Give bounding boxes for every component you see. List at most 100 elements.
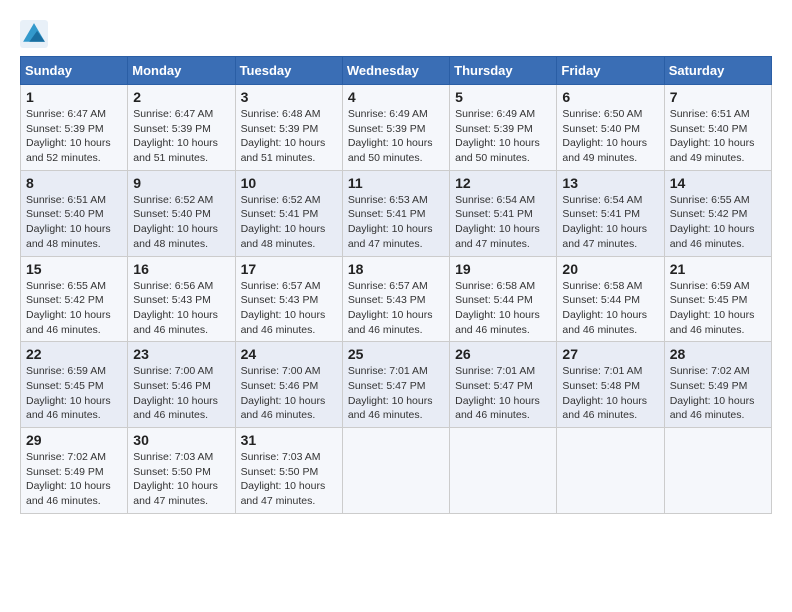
day-detail: Sunrise: 7:01 AMSunset: 5:47 PMDaylight:…: [455, 364, 551, 423]
day-detail: Sunrise: 6:51 AMSunset: 5:40 PMDaylight:…: [26, 193, 122, 252]
day-detail: Sunrise: 6:57 AMSunset: 5:43 PMDaylight:…: [348, 279, 444, 338]
calendar-cell: 2 Sunrise: 6:47 AMSunset: 5:39 PMDaylight…: [128, 85, 235, 171]
column-header-monday: Monday: [128, 57, 235, 85]
day-detail: Sunrise: 7:00 AMSunset: 5:46 PMDaylight:…: [241, 364, 337, 423]
day-detail: Sunrise: 6:59 AMSunset: 5:45 PMDaylight:…: [670, 279, 766, 338]
calendar-table: SundayMondayTuesdayWednesdayThursdayFrid…: [20, 56, 772, 514]
calendar-cell: 11 Sunrise: 6:53 AMSunset: 5:41 PMDayligh…: [342, 170, 449, 256]
day-detail: Sunrise: 6:49 AMSunset: 5:39 PMDaylight:…: [348, 107, 444, 166]
column-header-friday: Friday: [557, 57, 664, 85]
calendar-cell: 6 Sunrise: 6:50 AMSunset: 5:40 PMDaylight…: [557, 85, 664, 171]
day-number: 5: [455, 89, 551, 105]
day-detail: Sunrise: 6:49 AMSunset: 5:39 PMDaylight:…: [455, 107, 551, 166]
day-number: 2: [133, 89, 229, 105]
day-number: 18: [348, 261, 444, 277]
day-detail: Sunrise: 6:56 AMSunset: 5:43 PMDaylight:…: [133, 279, 229, 338]
day-number: 7: [670, 89, 766, 105]
calendar-cell: 17 Sunrise: 6:57 AMSunset: 5:43 PMDayligh…: [235, 256, 342, 342]
day-number: 17: [241, 261, 337, 277]
day-number: 4: [348, 89, 444, 105]
day-detail: Sunrise: 6:47 AMSunset: 5:39 PMDaylight:…: [26, 107, 122, 166]
calendar-cell: 23 Sunrise: 7:00 AMSunset: 5:46 PMDayligh…: [128, 342, 235, 428]
calendar-cell: 10Sunrise: 6:52 AMSunset: 5:41 PMDayligh…: [235, 170, 342, 256]
column-header-wednesday: Wednesday: [342, 57, 449, 85]
calendar-cell: 30 Sunrise: 7:03 AMSunset: 5:50 PMDayligh…: [128, 428, 235, 514]
calendar-cell: 8 Sunrise: 6:51 AMSunset: 5:40 PMDaylight…: [21, 170, 128, 256]
day-detail: Sunrise: 6:57 AMSunset: 5:43 PMDaylight:…: [241, 279, 337, 338]
calendar-cell: 20Sunrise: 6:58 AMSunset: 5:44 PMDayligh…: [557, 256, 664, 342]
day-number: 28: [670, 346, 766, 362]
day-number: 31: [241, 432, 337, 448]
day-detail: Sunrise: 6:55 AMSunset: 5:42 PMDaylight:…: [26, 279, 122, 338]
calendar-cell: 24 Sunrise: 7:00 AMSunset: 5:46 PMDayligh…: [235, 342, 342, 428]
day-number: 30: [133, 432, 229, 448]
calendar-week-4: 22 Sunrise: 6:59 AMSunset: 5:45 PMDayligh…: [21, 342, 772, 428]
calendar-cell: [450, 428, 557, 514]
calendar-cell: 25 Sunrise: 7:01 AMSunset: 5:47 PMDayligh…: [342, 342, 449, 428]
day-detail: Sunrise: 6:50 AMSunset: 5:40 PMDaylight:…: [562, 107, 658, 166]
day-number: 25: [348, 346, 444, 362]
column-header-sunday: Sunday: [21, 57, 128, 85]
day-number: 12: [455, 175, 551, 191]
day-detail: Sunrise: 6:54 AMSunset: 5:41 PMDaylight:…: [455, 193, 551, 252]
day-detail: Sunrise: 7:01 AMSunset: 5:47 PMDaylight:…: [348, 364, 444, 423]
day-detail: Sunrise: 6:47 AMSunset: 5:39 PMDaylight:…: [133, 107, 229, 166]
day-number: 22: [26, 346, 122, 362]
logo-area: [20, 20, 52, 48]
calendar-cell: 1 Sunrise: 6:47 AMSunset: 5:39 PMDaylight…: [21, 85, 128, 171]
calendar-cell: 31Sunrise: 7:03 AMSunset: 5:50 PMDayligh…: [235, 428, 342, 514]
calendar-cell: 9Sunrise: 6:52 AMSunset: 5:40 PMDaylight…: [128, 170, 235, 256]
day-detail: Sunrise: 7:02 AMSunset: 5:49 PMDaylight:…: [26, 450, 122, 509]
day-detail: Sunrise: 6:55 AMSunset: 5:42 PMDaylight:…: [670, 193, 766, 252]
day-number: 8: [26, 175, 122, 191]
day-number: 1: [26, 89, 122, 105]
day-detail: Sunrise: 6:48 AMSunset: 5:39 PMDaylight:…: [241, 107, 337, 166]
calendar-cell: 14Sunrise: 6:55 AMSunset: 5:42 PMDayligh…: [664, 170, 771, 256]
calendar-cell: 28 Sunrise: 7:02 AMSunset: 5:49 PMDayligh…: [664, 342, 771, 428]
day-detail: Sunrise: 6:52 AMSunset: 5:41 PMDaylight:…: [241, 193, 337, 252]
calendar-cell: 12 Sunrise: 6:54 AMSunset: 5:41 PMDayligh…: [450, 170, 557, 256]
calendar-cell: 5 Sunrise: 6:49 AMSunset: 5:39 PMDaylight…: [450, 85, 557, 171]
day-number: 3: [241, 89, 337, 105]
day-detail: Sunrise: 6:59 AMSunset: 5:45 PMDaylight:…: [26, 364, 122, 423]
calendar-cell: 27 Sunrise: 7:01 AMSunset: 5:48 PMDayligh…: [557, 342, 664, 428]
day-number: 15: [26, 261, 122, 277]
calendar-cell: 19Sunrise: 6:58 AMSunset: 5:44 PMDayligh…: [450, 256, 557, 342]
day-number: 27: [562, 346, 658, 362]
calendar-cell: 29 Sunrise: 7:02 AMSunset: 5:49 PMDayligh…: [21, 428, 128, 514]
logo-icon: [20, 20, 48, 48]
calendar-week-5: 29 Sunrise: 7:02 AMSunset: 5:49 PMDayligh…: [21, 428, 772, 514]
day-detail: Sunrise: 7:00 AMSunset: 5:46 PMDaylight:…: [133, 364, 229, 423]
day-number: 6: [562, 89, 658, 105]
day-detail: Sunrise: 7:01 AMSunset: 5:48 PMDaylight:…: [562, 364, 658, 423]
calendar-cell: 22 Sunrise: 6:59 AMSunset: 5:45 PMDayligh…: [21, 342, 128, 428]
day-detail: Sunrise: 7:03 AMSunset: 5:50 PMDaylight:…: [133, 450, 229, 509]
day-detail: Sunrise: 6:58 AMSunset: 5:44 PMDaylight:…: [562, 279, 658, 338]
day-detail: Sunrise: 6:53 AMSunset: 5:41 PMDaylight:…: [348, 193, 444, 252]
calendar-cell: [664, 428, 771, 514]
day-number: 23: [133, 346, 229, 362]
day-detail: Sunrise: 6:54 AMSunset: 5:41 PMDaylight:…: [562, 193, 658, 252]
column-header-saturday: Saturday: [664, 57, 771, 85]
day-number: 11: [348, 175, 444, 191]
calendar-cell: 16 Sunrise: 6:56 AMSunset: 5:43 PMDayligh…: [128, 256, 235, 342]
column-header-thursday: Thursday: [450, 57, 557, 85]
calendar-week-3: 15 Sunrise: 6:55 AMSunset: 5:42 PMDayligh…: [21, 256, 772, 342]
calendar-week-1: 1 Sunrise: 6:47 AMSunset: 5:39 PMDaylight…: [21, 85, 772, 171]
day-number: 29: [26, 432, 122, 448]
day-number: 19: [455, 261, 551, 277]
column-header-tuesday: Tuesday: [235, 57, 342, 85]
calendar-cell: 15 Sunrise: 6:55 AMSunset: 5:42 PMDayligh…: [21, 256, 128, 342]
calendar-cell: [557, 428, 664, 514]
calendar-cell: 26Sunrise: 7:01 AMSunset: 5:47 PMDayligh…: [450, 342, 557, 428]
calendar-cell: 3 Sunrise: 6:48 AMSunset: 5:39 PMDaylight…: [235, 85, 342, 171]
day-detail: Sunrise: 7:02 AMSunset: 5:49 PMDaylight:…: [670, 364, 766, 423]
day-number: 21: [670, 261, 766, 277]
calendar-cell: 18 Sunrise: 6:57 AMSunset: 5:43 PMDayligh…: [342, 256, 449, 342]
calendar-cell: 21 Sunrise: 6:59 AMSunset: 5:45 PMDayligh…: [664, 256, 771, 342]
calendar-cell: [342, 428, 449, 514]
day-number: 9: [133, 175, 229, 191]
day-number: 24: [241, 346, 337, 362]
day-number: 16: [133, 261, 229, 277]
page-header: [20, 20, 772, 48]
